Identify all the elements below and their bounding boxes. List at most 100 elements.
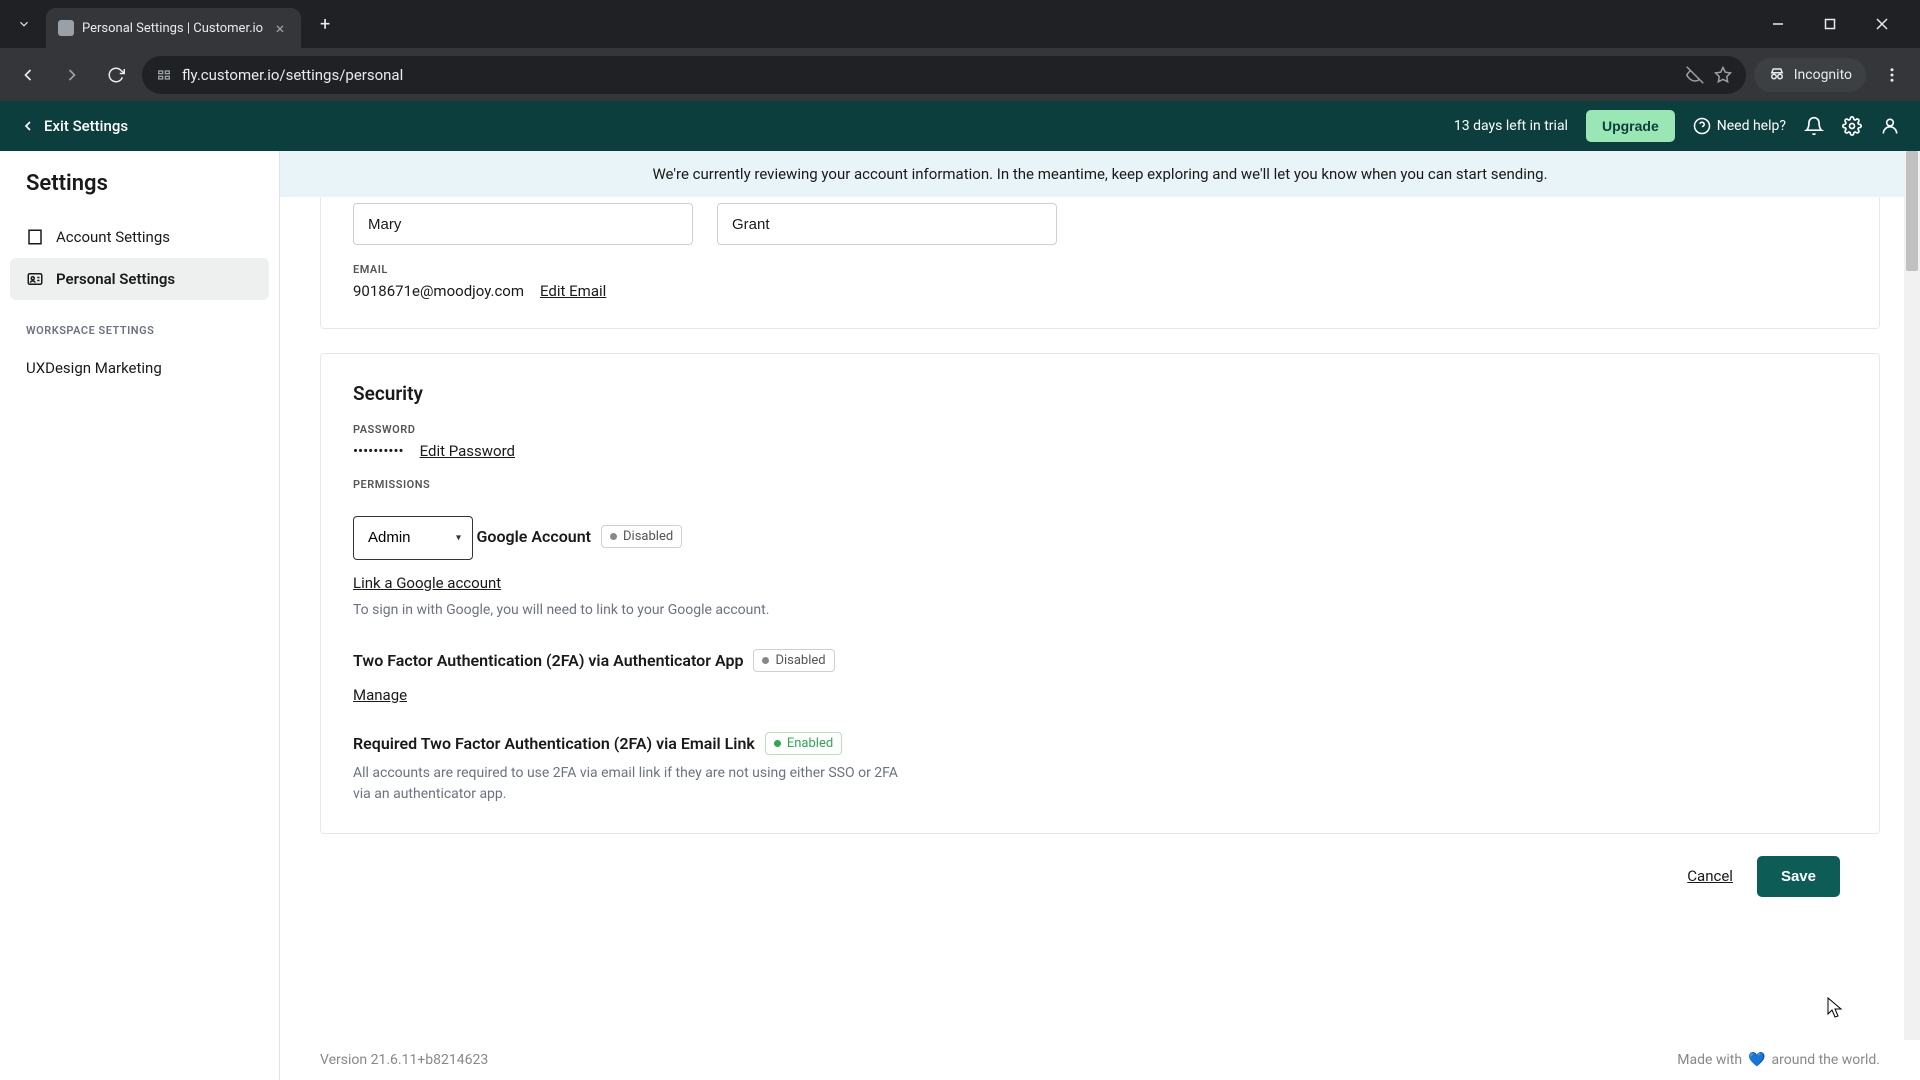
upgrade-button[interactable]: Upgrade (1586, 110, 1675, 142)
security-card: Security PASSWORD •••••••••• Edit Passwo… (320, 353, 1880, 834)
heart-icon: 💙 (1748, 1052, 1765, 1068)
incognito-label: Incognito (1794, 67, 1852, 83)
browser-chrome: Personal Settings | Customer.io × + (0, 0, 1920, 101)
sidebar-item-label: Personal Settings (56, 270, 175, 288)
sidebar-item-label: UXDesign Marketing (26, 359, 162, 377)
address-bar-row: fly.customer.io/settings/personal Incogn… (0, 48, 1920, 101)
content-area: EMAIL 9018671e@moodjoy.com Edit Email Se… (280, 197, 1920, 937)
id-card-icon (26, 270, 44, 288)
version-text: Version 21.6.11+b8214623 (320, 1052, 488, 1068)
tab-search-button[interactable] (8, 8, 40, 40)
google-link-row: Link a Google account (353, 574, 1847, 592)
eye-off-icon[interactable] (1686, 66, 1704, 84)
tab-favicon (58, 20, 74, 36)
tfa-email-help-text: All accounts are required to use 2FA via… (353, 763, 913, 805)
minimize-button[interactable] (1756, 8, 1800, 40)
review-banner: We're currently reviewing your account i… (280, 151, 1920, 197)
tfa-email-title: Required Two Factor Authentication (2FA)… (353, 734, 755, 753)
app-body: Settings Account Settings Personal Setti… (0, 151, 1920, 1080)
incognito-badge[interactable]: Incognito (1754, 58, 1866, 92)
sidebar-item-label: Account Settings (56, 228, 170, 246)
first-name-input[interactable] (353, 203, 693, 245)
notifications-icon[interactable] (1804, 116, 1824, 136)
tab-bar: Personal Settings | Customer.io × + (0, 0, 1920, 48)
cancel-button[interactable]: Cancel (1687, 867, 1733, 885)
browser-tab[interactable]: Personal Settings | Customer.io × (46, 8, 301, 48)
maximize-button[interactable] (1808, 8, 1852, 40)
tfa-app-status-badge: Disabled (753, 649, 834, 672)
permissions-select[interactable]: Admin (353, 516, 473, 560)
back-button[interactable] (10, 57, 46, 93)
sidebar-title: Settings (10, 171, 269, 216)
tab-close-icon[interactable]: × (271, 19, 289, 38)
url-text: fly.customer.io/settings/personal (182, 66, 1676, 84)
main-content: We're currently reviewing your account i… (280, 151, 1920, 1080)
security-title: Security (353, 382, 1847, 405)
app-header: Exit Settings 13 days left in trial Upgr… (0, 101, 1920, 151)
tfa-app-manage-row: Manage (353, 686, 1847, 704)
manage-tfa-link[interactable]: Manage (353, 686, 407, 704)
last-name-group (717, 203, 1057, 245)
email-value: 9018671e@moodjoy.com (353, 282, 524, 300)
password-row: •••••••••• Edit Password (353, 442, 1847, 460)
tfa-email-status-badge: Enabled (765, 732, 842, 755)
sidebar-item-personal-settings[interactable]: Personal Settings (10, 258, 269, 300)
scrollbar-thumb[interactable] (1906, 151, 1918, 271)
exit-settings-label: Exit Settings (44, 117, 128, 135)
made-with-text: Made with 💙 around the world. (1677, 1052, 1880, 1068)
header-right: 13 days left in trial Upgrade Need help? (1454, 110, 1900, 142)
app-footer: Version 21.6.11+b8214623 Made with 💙 aro… (280, 1040, 1920, 1080)
google-account-title-row: Google Account Disabled (476, 525, 682, 548)
tfa-app-status-text: Disabled (775, 653, 825, 668)
new-tab-button[interactable]: + (309, 8, 341, 40)
google-help-text: To sign in with Google, you will need to… (353, 600, 913, 621)
building-icon (26, 228, 44, 246)
exit-settings-link[interactable]: Exit Settings (20, 117, 128, 135)
permissions-select-wrap: Admin ▾ (353, 516, 473, 560)
status-dot-icon (762, 657, 769, 664)
password-label: PASSWORD (353, 423, 1847, 436)
tfa-app-title: Two Factor Authentication (2FA) via Auth… (353, 651, 743, 670)
browser-menu-button[interactable] (1874, 57, 1910, 93)
bookmark-icon[interactable] (1714, 66, 1732, 84)
status-dot-icon (610, 533, 617, 540)
need-help-label: Need help? (1717, 118, 1786, 134)
last-name-input[interactable] (717, 203, 1057, 245)
need-help-link[interactable]: Need help? (1693, 117, 1786, 135)
workspace-section-label: WORKSPACE SETTINGS (10, 300, 269, 347)
forward-button[interactable] (54, 57, 90, 93)
sidebar: Settings Account Settings Personal Setti… (0, 151, 280, 1080)
reload-button[interactable] (98, 57, 134, 93)
actions-row: Cancel Save (320, 834, 1880, 897)
password-masked: •••••••••• (353, 442, 404, 460)
profile-card: EMAIL 9018671e@moodjoy.com Edit Email (320, 197, 1880, 329)
edit-email-link[interactable]: Edit Email (540, 282, 606, 300)
settings-icon[interactable] (1842, 116, 1862, 136)
tab-title: Personal Settings | Customer.io (82, 21, 263, 36)
sidebar-item-account-settings[interactable]: Account Settings (10, 216, 269, 258)
link-google-account-link[interactable]: Link a Google account (353, 574, 501, 592)
window-controls (1756, 8, 1912, 40)
tfa-email-status-text: Enabled (787, 736, 833, 751)
google-status-badge: Disabled (601, 525, 682, 548)
sidebar-item-workspace[interactable]: UXDesign Marketing (10, 347, 269, 389)
google-status-text: Disabled (623, 529, 673, 544)
name-row (353, 203, 1847, 245)
edit-password-link[interactable]: Edit Password (420, 442, 515, 460)
scrollbar-track[interactable] (1904, 151, 1920, 1080)
permissions-label: PERMISSIONS (353, 478, 1847, 491)
close-window-button[interactable] (1860, 8, 1904, 40)
tfa-app-title-row: Two Factor Authentication (2FA) via Auth… (353, 649, 835, 672)
banner-text: We're currently reviewing your account i… (652, 165, 1547, 183)
address-bar[interactable]: fly.customer.io/settings/personal (142, 56, 1746, 94)
email-row: 9018671e@moodjoy.com Edit Email (353, 282, 1847, 300)
first-name-group (353, 203, 693, 245)
tfa-email-title-row: Required Two Factor Authentication (2FA)… (353, 732, 842, 755)
trial-text: 13 days left in trial (1454, 118, 1568, 134)
google-account-title: Google Account (476, 527, 591, 546)
profile-icon[interactable] (1880, 116, 1900, 136)
site-settings-icon[interactable] (156, 67, 172, 83)
status-dot-icon (774, 740, 781, 747)
email-label: EMAIL (353, 263, 1847, 276)
save-button[interactable]: Save (1757, 856, 1840, 897)
